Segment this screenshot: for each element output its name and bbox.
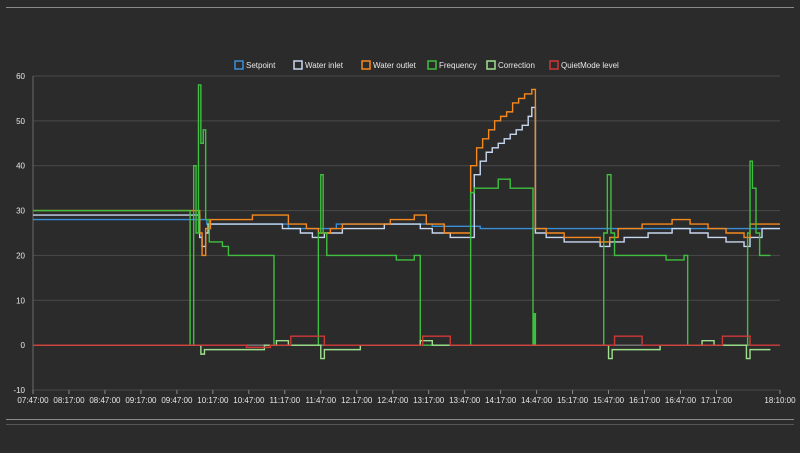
x-tick-label: 14:17:00 [485, 396, 517, 405]
y-tick-label: -10 [13, 386, 25, 395]
series-line-water-inlet [33, 106, 780, 248]
x-tick-label: 13:47:00 [449, 396, 481, 405]
x-tick-label: 08:17:00 [53, 396, 85, 405]
x-tick-label: 18:10:00 [764, 396, 796, 405]
x-tick-label: 15:17:00 [557, 396, 589, 405]
y-tick-label: 50 [16, 117, 25, 126]
x-tick-label: 11:17:00 [270, 396, 301, 405]
x-tick-label: 11:47:00 [305, 396, 336, 405]
x-tick-label: 15:47:00 [593, 396, 625, 405]
y-tick-label: 0 [21, 341, 26, 350]
x-tick-label: 10:47:00 [233, 396, 265, 405]
x-tick-label: 16:17:00 [629, 396, 661, 405]
x-tick-label: 17:17:00 [701, 396, 733, 405]
y-tick-label: 40 [16, 162, 25, 171]
legend-label: Water inlet [305, 61, 344, 70]
x-tick-label: 13:17:00 [413, 396, 445, 405]
y-axis-ticks: -10 0 10 20 30 40 50 60 [13, 72, 25, 395]
x-axis-ticks: 07:47:00 08:17:00 08:47:00 09:17:00 09:47:00… [17, 390, 796, 405]
legend-swatch [549, 60, 559, 70]
x-tick-label: 10:17:00 [197, 396, 229, 405]
chart-panel: -10 0 10 20 30 40 50 60 07:47:00 08:17:00 08:47:0… [0, 0, 800, 453]
x-tick-label: 09:17:00 [125, 396, 157, 405]
y-tick-label: 30 [16, 207, 25, 216]
series-line-water-outlet [33, 88, 780, 257]
legend-label: Frequency [439, 61, 477, 70]
y-tick-label: 10 [16, 296, 25, 305]
legend: Setpoint Water inlet Water outlet Frequency… [234, 60, 619, 70]
legend-swatch [486, 60, 496, 70]
legend-swatch [427, 60, 437, 70]
legend-swatch [361, 60, 371, 70]
series-line-quietmode-level [33, 335, 780, 349]
legend-swatch [234, 60, 244, 70]
series-lines [33, 84, 780, 360]
legend-label: QuietMode level [561, 61, 619, 70]
legend-label: Correction [498, 61, 535, 70]
line-chart: -10 0 10 20 30 40 50 60 07:47:00 08:17:00 08:47:0… [13, 60, 796, 405]
x-tick-label: 12:47:00 [377, 396, 409, 405]
x-tick-label: 16:47:00 [665, 396, 697, 405]
legend-label: Setpoint [246, 61, 276, 70]
x-tick-label: 09:47:00 [161, 396, 193, 405]
x-tick-label: 07:47:00 [17, 396, 49, 405]
y-tick-label: 20 [16, 251, 25, 260]
legend-label: Water outlet [373, 61, 417, 70]
x-tick-label: 08:47:00 [89, 396, 121, 405]
x-tick-label: 14:47:00 [521, 396, 553, 405]
x-tick-label: 12:17:00 [341, 396, 373, 405]
legend-swatch [293, 60, 303, 70]
y-tick-label: 60 [16, 72, 25, 81]
series-line-correction [33, 339, 771, 360]
